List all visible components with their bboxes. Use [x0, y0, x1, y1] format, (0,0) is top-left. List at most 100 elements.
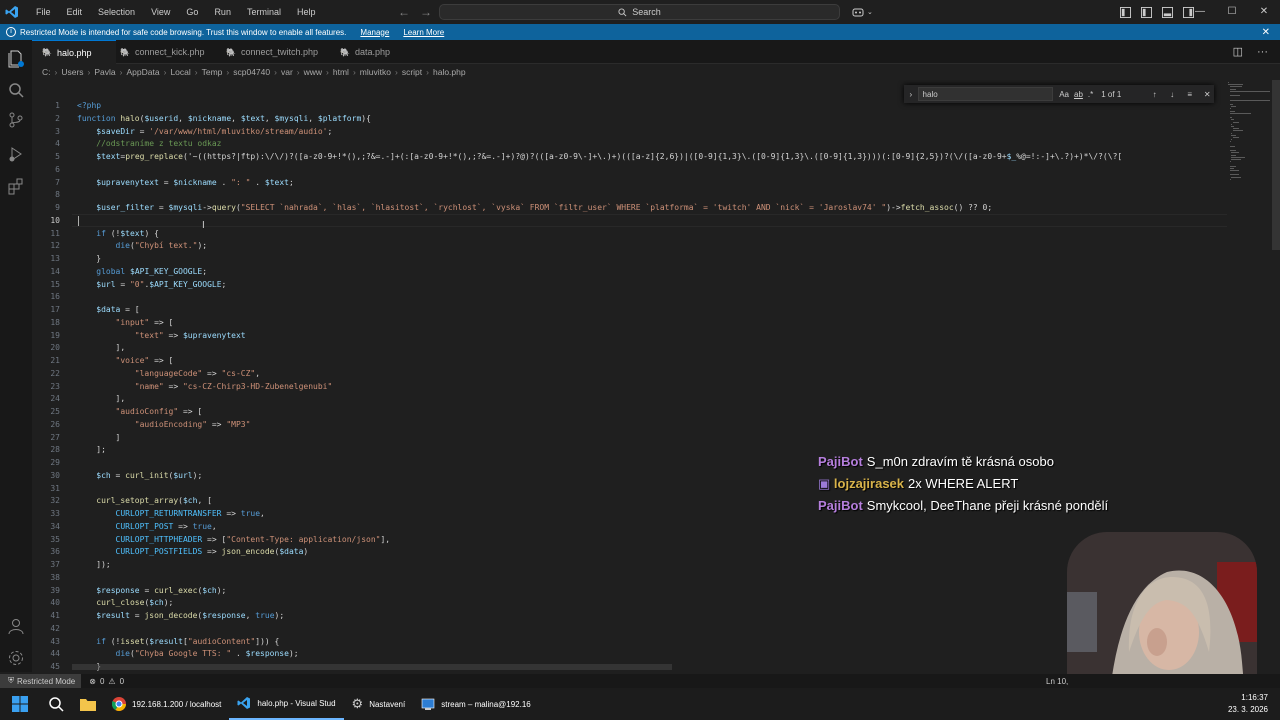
breadcrumb-segment[interactable]: script [402, 67, 422, 77]
find-in-selection-icon[interactable]: ≡ [1183, 90, 1197, 99]
code-line[interactable]: ]); [77, 559, 110, 571]
arrow-up-icon[interactable]: ↑ [1148, 90, 1162, 99]
code-line[interactable]: CURLOPT_RETURNTRANSFER => true, [77, 508, 265, 520]
breadcrumb-segment[interactable]: var [281, 67, 293, 77]
toggle-sidebar-icon[interactable] [1141, 6, 1152, 18]
chevron-right-icon[interactable]: › [904, 90, 918, 99]
taskbar-item-vscode[interactable]: halo.php - Visual Stud [229, 688, 344, 720]
taskbar-item-ssh[interactable]: stream – malina@192.16 [413, 688, 539, 720]
close-window-icon[interactable]: ✕ [1248, 0, 1280, 24]
account-icon[interactable] [6, 616, 26, 636]
code-line[interactable]: curl_close($ch); [77, 597, 173, 609]
breadcrumb-segment[interactable]: Users [61, 67, 83, 77]
breadcrumb-segment[interactable]: Local [170, 67, 190, 77]
windows-start-icon[interactable] [0, 688, 40, 720]
code-line[interactable]: <?php [77, 100, 101, 112]
arrow-down-icon[interactable]: ↓ [1165, 90, 1179, 99]
code-line[interactable]: function halo($userid, $nickname, $text,… [77, 113, 371, 125]
taskbar-search-icon[interactable] [40, 688, 72, 720]
menu-item-selection[interactable]: Selection [90, 0, 143, 24]
close-banner-icon[interactable]: ✕ [1262, 27, 1270, 38]
breadcrumb-segment[interactable]: halo.php [433, 67, 466, 77]
menu-item-help[interactable]: Help [289, 0, 324, 24]
tab-data-php[interactable]: 🐘 data.php [330, 40, 400, 64]
learn-more-link[interactable]: Learn More [403, 28, 444, 37]
source-control-icon[interactable] [6, 110, 26, 130]
code-line[interactable]: "text" => $upravenytext [77, 330, 246, 342]
toggle-panel-icon[interactable] [1162, 6, 1173, 18]
gear-icon[interactable] [6, 648, 26, 668]
problems-indicator[interactable]: ⊗ 0 ⚠ 0 [89, 677, 124, 686]
minimap[interactable] [1228, 80, 1272, 240]
code-line[interactable]: $result = json_decode($response, true); [77, 610, 284, 622]
search-icon[interactable] [6, 80, 26, 100]
find-input[interactable]: halo [917, 87, 1054, 101]
code-line[interactable]: "name" => "cs-CZ-Chirp3-HD-Zubenelgenubi… [77, 381, 332, 393]
layout-editor-icon[interactable] [1120, 6, 1131, 18]
match-case-toggle[interactable]: Aa [1059, 90, 1069, 99]
restricted-mode-badge[interactable]: ⛨ Restricted Mode [0, 674, 82, 688]
code-line[interactable]: die("Chyba Google TTS: " . $response); [77, 648, 299, 660]
tab-connect-kick[interactable]: 🐘 connect_kick.php [110, 40, 215, 64]
code-line[interactable]: CURLOPT_POST => true, [77, 521, 217, 533]
code-line[interactable]: "audioConfig" => [ [77, 406, 203, 418]
breadcrumb-segment[interactable]: AppData [127, 67, 160, 77]
match-word-toggle[interactable]: ab [1074, 90, 1083, 99]
close-icon[interactable]: ✕ [1200, 90, 1214, 99]
taskbar-item-chrome[interactable]: 192.168.1.200 / localhost [104, 688, 229, 720]
code-line[interactable]: "input" => [ [77, 317, 174, 329]
file-explorer-icon[interactable] [72, 688, 104, 720]
code-line[interactable]: ], [77, 342, 126, 354]
forward-arrow-icon[interactable]: → [420, 0, 432, 24]
code-line[interactable]: "voice" => [ [77, 355, 174, 367]
menu-item-run[interactable]: Run [206, 0, 239, 24]
code-line[interactable]: ]; [77, 444, 106, 456]
command-center-search[interactable]: Search [439, 4, 840, 20]
back-arrow-icon[interactable]: ← [398, 0, 410, 24]
breadcrumb-segment[interactable]: scp04740 [233, 67, 270, 77]
code-line[interactable]: } [77, 253, 101, 265]
tab-connect-twitch[interactable]: 🐘 connect_twitch.php [216, 40, 328, 64]
breadcrumb-segment[interactable]: www [304, 67, 322, 77]
manage-link[interactable]: Manage [360, 28, 389, 37]
code-line[interactable]: ] [77, 432, 121, 444]
code-line[interactable]: "languageCode" => "cs-CZ", [77, 368, 260, 380]
more-actions-icon[interactable]: ··· [1257, 40, 1268, 64]
maximize-icon[interactable]: ☐ [1216, 0, 1248, 24]
tab-halo-php[interactable]: 🐘 halo.php [32, 40, 116, 64]
breadcrumb-segment[interactable]: Temp [202, 67, 223, 77]
code-line[interactable]: $data = [ [77, 304, 139, 316]
menu-item-edit[interactable]: Edit [59, 0, 91, 24]
code-line[interactable]: ], [77, 393, 126, 405]
taskbar-item-settings[interactable]: ⚙ Nastavení [344, 688, 414, 720]
code-line[interactable]: curl_setopt_array($ch, [ [77, 495, 212, 507]
horizontal-scrollbar[interactable] [72, 664, 672, 670]
code-line[interactable]: die("Chybí text."); [77, 240, 208, 252]
code-line[interactable]: $url = "0".$API_KEY_GOOGLE; [77, 279, 226, 291]
minimize-icon[interactable]: — [1184, 0, 1216, 24]
code-line[interactable]: $upravenytext = $nickname . ": " . $text… [77, 177, 294, 189]
breadcrumb-segment[interactable]: C: [42, 67, 51, 77]
split-editor-icon[interactable]: ◫ [1233, 40, 1243, 64]
breadcrumb-segment[interactable]: mluvitko [360, 67, 391, 77]
breadcrumb-segment[interactable]: html [333, 67, 349, 77]
code-line[interactable]: if (!$text) { [77, 228, 159, 240]
code-line[interactable]: CURLOPT_POSTFIELDS => json_encode($data) [77, 546, 309, 558]
code-line[interactable]: global $API_KEY_GOOGLE; [77, 266, 207, 278]
regex-toggle[interactable]: .* [1088, 90, 1093, 99]
menu-item-go[interactable]: Go [178, 0, 206, 24]
breadcrumb-segment[interactable]: Pavla [94, 67, 115, 77]
vertical-scrollbar[interactable] [1272, 80, 1280, 250]
code-line[interactable]: "audioEncoding" => "MP3" [77, 419, 251, 431]
cursor-position[interactable]: Ln 10, [1046, 677, 1068, 686]
menu-item-view[interactable]: View [143, 0, 178, 24]
run-debug-icon[interactable] [6, 144, 26, 164]
taskbar-clock[interactable]: 1:16:37 23. 3. 2026 [1228, 692, 1268, 716]
menu-item-file[interactable]: File [28, 0, 59, 24]
extensions-icon[interactable] [6, 176, 26, 196]
code-line[interactable]: CURLOPT_HTTPHEADER => ["Content-Type: ap… [77, 534, 391, 546]
code-line[interactable]: if (!isset($result["audioContent"])) { [77, 636, 279, 648]
code-line[interactable]: $text=preg_replace('~((https?|ftp):\/\/)… [77, 151, 1122, 163]
menu-item-terminal[interactable]: Terminal [239, 0, 289, 24]
copilot-menu[interactable]: ⌄ [852, 5, 876, 19]
